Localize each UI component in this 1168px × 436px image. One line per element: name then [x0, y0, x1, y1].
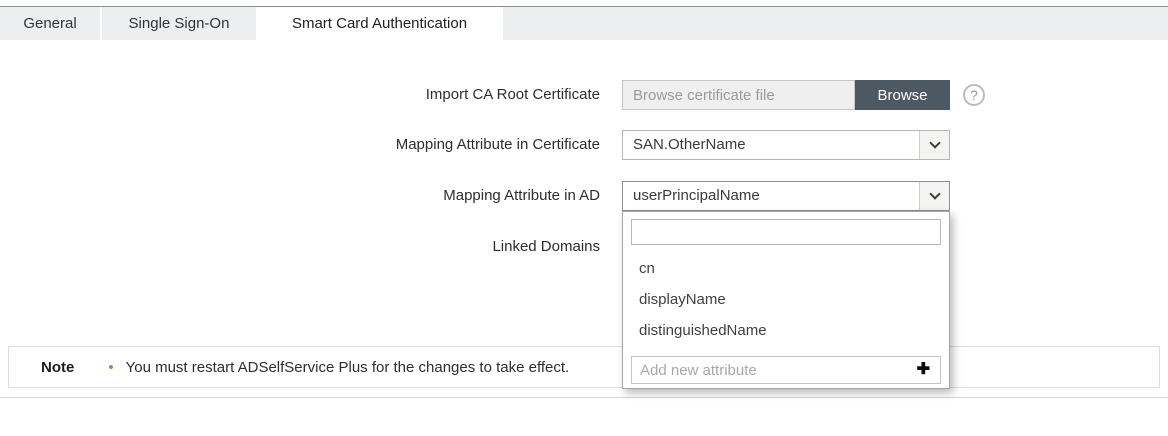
chevron-glyph	[929, 137, 940, 148]
mapping-cert-select[interactable]: SAN.OtherName	[622, 130, 950, 160]
add-new-attribute-row: ✚	[631, 356, 941, 384]
mapping-attribute-in-certificate-label: Mapping Attribute in Certificate	[0, 130, 600, 160]
dropdown-options: cn displayName distinguishedName	[623, 253, 949, 346]
help-icon[interactable]: ?	[963, 84, 985, 106]
add-new-attribute-input[interactable]	[632, 357, 902, 383]
tab-smart-card-authentication[interactable]: Smart Card Authentication	[256, 7, 503, 40]
dropdown-search-input[interactable]	[631, 219, 941, 245]
bottom-divider	[0, 397, 1168, 398]
add-attribute-plus-icon[interactable]: ✚	[917, 357, 930, 383]
dropdown-option-displayname[interactable]: displayName	[623, 284, 949, 315]
note-label: Note	[41, 359, 74, 376]
mapping-ad-selected-value: userPrincipalName	[633, 182, 760, 210]
mapping-cert-selected-value: SAN.OtherName	[633, 131, 746, 159]
note-bar: Note • You must restart ADSelfService Pl…	[8, 346, 1160, 388]
chevron-down-icon[interactable]	[919, 131, 949, 159]
smart-card-settings-page: General Single Sign-On Smart Card Authen…	[0, 0, 1168, 436]
import-ca-root-certificate-label: Import CA Root Certificate	[0, 80, 600, 110]
note-bullet-icon: •	[108, 359, 113, 376]
tab-single-sign-on[interactable]: Single Sign-On	[102, 7, 256, 40]
note-text: You must restart ADSelfService Plus for …	[126, 359, 570, 376]
browse-button[interactable]: Browse	[855, 80, 950, 110]
mapping-attribute-in-ad-label: Mapping Attribute in AD	[0, 181, 600, 211]
chevron-down-icon[interactable]	[919, 182, 949, 210]
linked-domains-label: Linked Domains	[0, 232, 600, 262]
mapping-ad-select[interactable]: userPrincipalName	[622, 181, 950, 211]
dropdown-option-cn[interactable]: cn	[623, 253, 949, 284]
dropdown-option-distinguishedname[interactable]: distinguishedName	[623, 315, 949, 346]
tab-general[interactable]: General	[0, 7, 102, 40]
certificate-file-input[interactable]	[622, 80, 855, 110]
chevron-glyph	[929, 188, 940, 199]
mapping-ad-dropdown-panel: cn displayName distinguishedName ✚	[622, 211, 950, 389]
tab-bar: General Single Sign-On Smart Card Authen…	[0, 6, 1168, 40]
